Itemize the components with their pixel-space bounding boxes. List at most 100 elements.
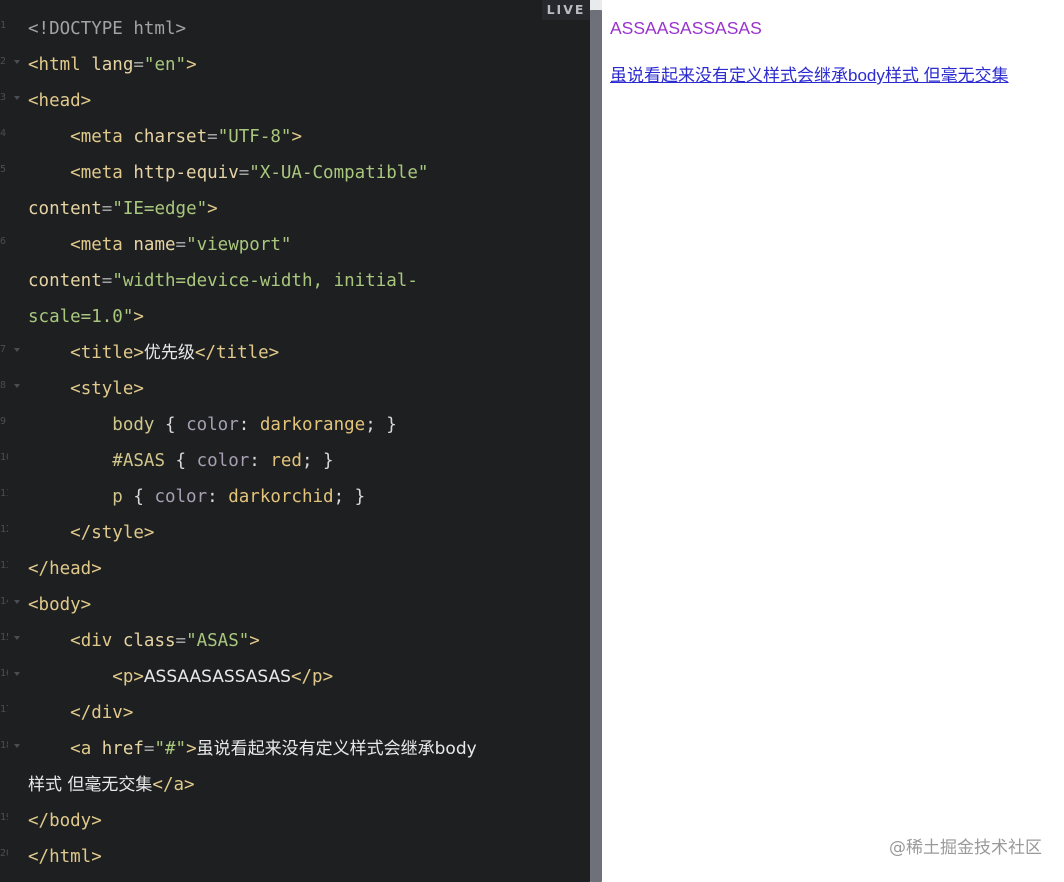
code-token: { [122,487,155,507]
code-token: red [270,451,302,471]
code-token: "width=device-width, initial- [112,271,418,291]
code-line[interactable]: 9 body { color: darkorange; } [0,407,590,443]
line-number: 6 [0,236,7,247]
code-text: <meta charset="UTF-8"> [28,126,302,148]
code-token: "en" [143,55,187,75]
fold-arrow-icon[interactable] [14,348,20,352]
code-line[interactable]: 1 <!DOCTYPE html> [0,11,590,47]
code-text: <meta http-equiv="X-UA-Compatible" [28,162,428,184]
code-text: <html lang="en"> [28,54,197,76]
code-token: : [238,415,260,435]
line-number: 12 [0,524,8,535]
code-token: darkorange [259,415,366,435]
code-token: lang [91,55,134,75]
code-line[interactable]: 3 <head> [0,83,590,119]
code-token: <html [28,55,92,75]
code-text: <p>ASSAASASSASAS</p> [28,666,333,688]
code-line[interactable]: 4 <meta charset="UTF-8"> [0,119,590,155]
code-line[interactable]: 2 <html lang="en"> [0,47,590,83]
code-line[interactable]: 16 <p>ASSAASASSASAS</p> [0,659,590,695]
code-line[interactable]: 10 #ASAS { color: red; } [0,443,590,479]
line-number: 17 [0,704,8,715]
code-line[interactable]: 11 p { color: darkorchid; } [0,479,590,515]
code-text: <body> [28,594,91,616]
line-number: 19 [0,812,8,823]
code-token: content [28,271,102,291]
code-line[interactable]: scale=1.0"> [0,299,590,335]
code-line[interactable]: 15 <div class="ASAS"> [0,623,590,659]
code-token: 优先级 [143,343,195,363]
code-line[interactable]: 20 </html> [0,839,590,875]
code-text: <title>优先级</title> [28,342,279,364]
code-line[interactable]: 17 </div> [0,695,590,731]
fold-arrow-icon[interactable] [14,672,20,676]
code-token: </title> [194,343,280,363]
code-token: { [154,415,187,435]
code-token: > [133,307,144,327]
code-token: = [207,127,218,147]
code-token: href [101,739,144,759]
code-text: <meta name="viewport" [28,234,291,256]
live-badge[interactable]: LIVE [542,0,590,20]
code-token: = [133,55,144,75]
code-token: </div> [70,703,134,723]
code-token: ASSAASASSASAS [143,667,291,687]
line-number: 7 [0,344,7,355]
fold-arrow-icon[interactable] [14,744,20,748]
code-token: > [186,55,197,75]
fold-arrow-icon[interactable] [14,600,20,604]
code-line[interactable]: content="width=device-width, initial- [0,263,590,299]
fold-arrow-icon[interactable] [14,636,20,640]
code-line[interactable]: 14 <body> [0,587,590,623]
preview-link[interactable]: 虽说看起来没有定义样式会继承body样式 但毫无交集 [610,61,1009,86]
code-token: </a> [152,775,195,795]
editor-scrollbar-thumb[interactable] [590,10,602,882]
fold-arrow-icon[interactable] [14,60,20,64]
code-text: <a href="#">虽说看起来没有定义样式会继承body [28,738,477,760]
fold-arrow-icon[interactable] [14,384,20,388]
code-token: "X-UA-Compatible" [249,163,429,183]
code-token: color [186,415,239,435]
code-text: </head> [28,558,102,580]
code-line[interactable]: content="IE=edge"> [0,191,590,227]
line-number: 8 [0,380,7,391]
code-token: "ASAS" [186,631,250,651]
code-token: </style> [70,523,155,543]
code-line[interactable]: 8 <style> [0,371,590,407]
code-text: </body> [28,810,102,832]
line-number: 16 [0,668,8,679]
code-token: : [207,487,229,507]
code-line[interactable]: 18 <a href="#">虽说看起来没有定义样式会继承body [0,731,590,767]
code-token: = [175,235,187,255]
code-line[interactable]: 19 </body> [0,803,590,839]
line-number: 18 [0,740,8,751]
code-line[interactable]: 7 <title>优先级</title> [0,335,590,371]
line-number: 11 [0,488,8,499]
code-line[interactable]: 5 <meta http-equiv="X-UA-Compatible" [0,155,590,191]
preview-paragraph: ASSAASASSASAS [610,18,762,38]
code-token: "#" [154,739,187,759]
code-text: <div class="ASAS"> [28,630,260,652]
code-editor-panel[interactable]: 1 <!DOCTYPE html> 2 <html lang="en"> 3 <head>… [0,0,590,882]
code-token: scale=1.0" [28,307,134,327]
code-text: scale=1.0"> [28,306,144,328]
code-line[interactable]: 样式 但毫无交集</a> [0,767,590,803]
code-token: > [249,631,260,651]
code-token: body [112,415,155,435]
code-line[interactable]: 12 </style> [0,515,590,551]
line-number: 15 [0,632,8,643]
code-token: <!DOCTYPE html> [28,19,187,39]
code-token: class [122,631,176,651]
fold-arrow-icon[interactable] [14,96,20,100]
line-number: 5 [0,164,7,175]
code-line[interactable]: 13 </head> [0,551,590,587]
code-line[interactable]: 6 <meta name="viewport" [0,227,590,263]
